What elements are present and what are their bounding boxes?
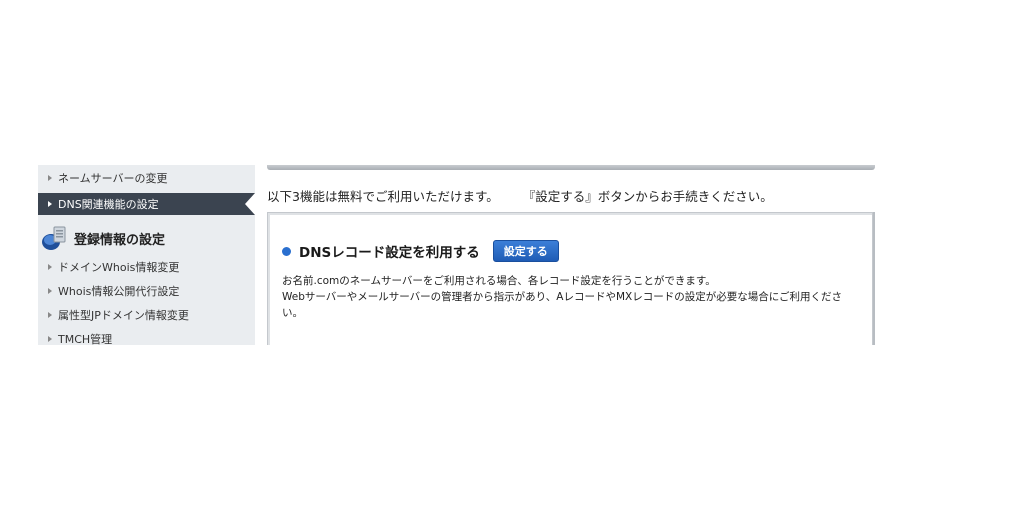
- sidebar-item-dns-settings[interactable]: DNS関連機能の設定: [38, 193, 255, 215]
- panel-description: お名前.comのネームサーバーをご利用される場合、各レコード設定を行うことができ…: [282, 273, 862, 321]
- intro-text-part1: 以下3機能は無料でご利用いただけます。: [267, 189, 499, 204]
- sidebar-item-jp-domain-info[interactable]: 属性型JPドメイン情報変更: [38, 304, 255, 326]
- intro-text: 以下3機能は無料でご利用いただけます。 『設定する』ボタンからお手続きください。: [267, 186, 773, 205]
- panel-title: DNSレコード設定を利用する: [299, 245, 480, 261]
- sidebar-item-label: TMCH管理: [58, 333, 113, 345]
- sidebar-item-whois-change[interactable]: ドメインWhois情報変更: [38, 256, 255, 278]
- description-line: お名前.comのネームサーバーをご利用される場合、各レコード設定を行うことができ…: [282, 275, 716, 287]
- page-viewport: ネームサーバーの変更 DNS関連機能の設定 登録情報の設定 ドメインWhois情…: [38, 165, 875, 345]
- bullet-triangle-icon: [48, 264, 52, 270]
- sidebar-item-label: DNS関連機能の設定: [58, 198, 159, 211]
- top-panel-edge: [267, 165, 875, 170]
- section-heading-text: 登録情報の設定: [74, 232, 166, 248]
- bullet-triangle-icon: [48, 175, 52, 181]
- database-icon: [42, 226, 66, 250]
- dns-record-panel: DNSレコード設定を利用する 設定する お名前.comのネームサーバーをご利用さ…: [267, 212, 873, 345]
- description-line: Webサーバーやメールサーバーの管理者から指示があり、AレコードやMXレコードの…: [282, 291, 842, 303]
- bullet-triangle-icon: [48, 312, 52, 318]
- intro-text-part2: 『設定する』ボタンからお手続きください。: [522, 189, 773, 204]
- bullet-triangle-icon: [48, 288, 52, 294]
- main-content: 以下3機能は無料でご利用いただけます。 『設定する』ボタンからお手続きください。 …: [267, 165, 875, 345]
- settings-button[interactable]: 設定する: [492, 240, 559, 262]
- sidebar-section-heading: 登録情報の設定: [38, 226, 255, 250]
- sidebar-item-label: ネームサーバーの変更: [58, 172, 168, 185]
- description-line: い。: [282, 307, 303, 319]
- sidebar: ネームサーバーの変更 DNS関連機能の設定 登録情報の設定 ドメインWhois情…: [38, 165, 255, 345]
- sidebar-item-label: ドメインWhois情報変更: [58, 261, 180, 274]
- sidebar-item-whois-proxy[interactable]: Whois情報公開代行設定: [38, 280, 255, 302]
- bullet-dot-icon: [282, 246, 291, 256]
- sidebar-item-label: Whois情報公開代行設定: [58, 285, 180, 298]
- sidebar-item-tmch[interactable]: TMCH管理: [38, 328, 255, 345]
- bullet-triangle-icon: [48, 336, 52, 342]
- sidebar-item-label: 属性型JPドメイン情報変更: [58, 309, 189, 322]
- bullet-triangle-icon: [48, 201, 52, 207]
- active-indicator-notch: [245, 193, 255, 215]
- panel-header: DNSレコード設定を利用する 設定する: [282, 240, 559, 262]
- sidebar-item-nameserver-change[interactable]: ネームサーバーの変更: [38, 167, 255, 189]
